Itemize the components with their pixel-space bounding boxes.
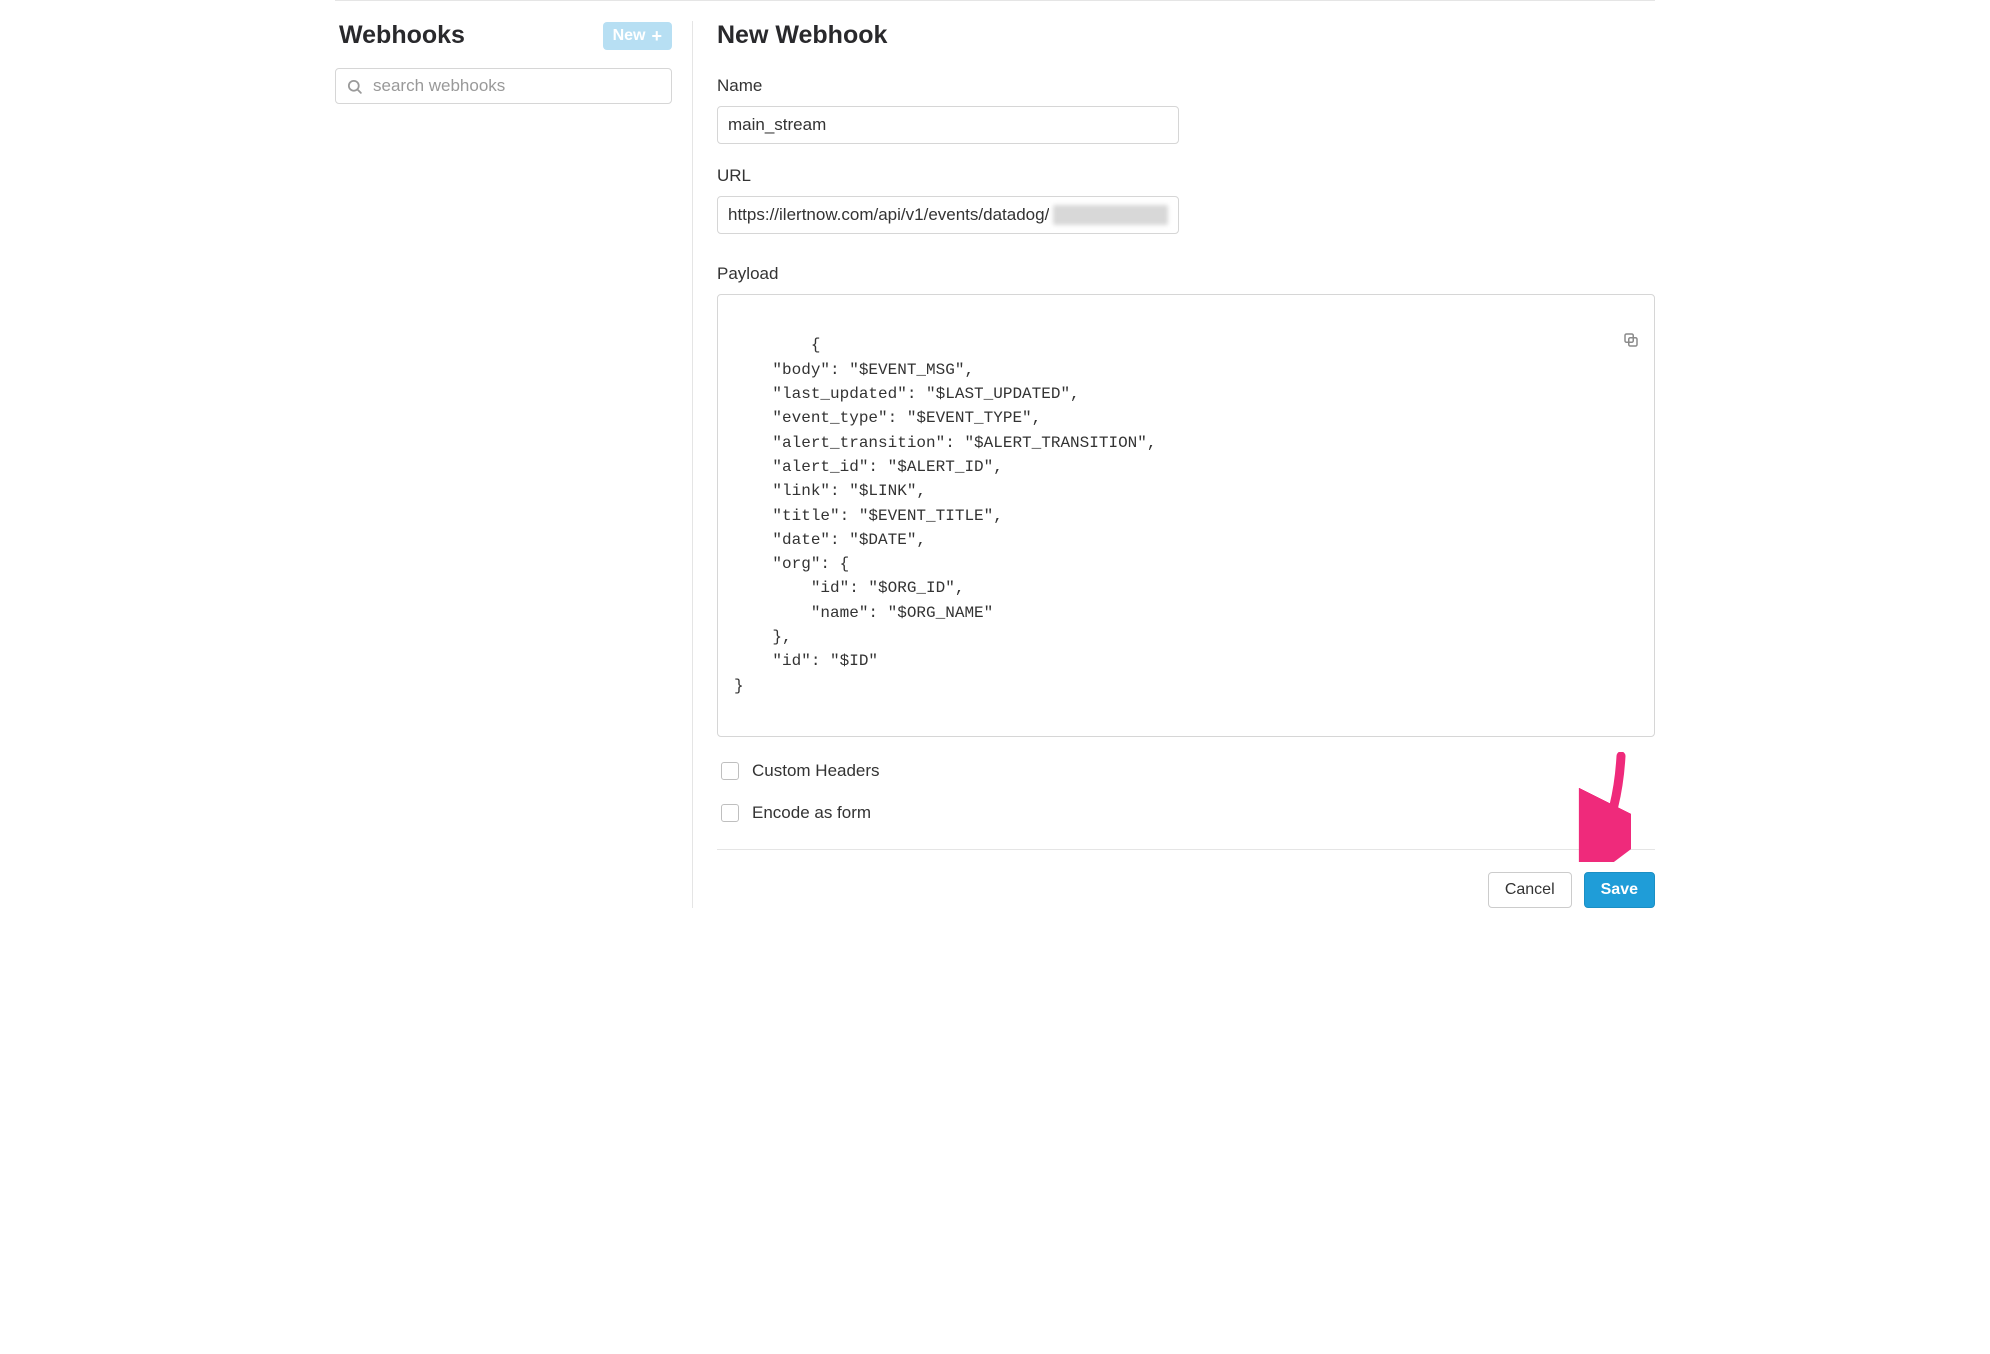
custom-headers-checkbox[interactable] — [721, 762, 739, 780]
custom-headers-row[interactable]: Custom Headers — [717, 759, 1655, 783]
name-input[interactable] — [717, 106, 1179, 144]
payload-editor[interactable]: { "body": "$EVENT_MSG", "last_updated": … — [717, 294, 1655, 737]
copy-icon[interactable] — [1526, 307, 1640, 382]
save-button[interactable]: Save — [1584, 872, 1655, 908]
encode-form-label: Encode as form — [752, 803, 871, 823]
custom-headers-label: Custom Headers — [752, 761, 880, 781]
new-button-label: New — [613, 27, 646, 45]
new-webhook-button[interactable]: New + — [603, 22, 672, 50]
url-input[interactable]: https://ilertnow.com/api/v1/events/datad… — [717, 196, 1179, 234]
payload-text: { "body": "$EVENT_MSG", "last_updated": … — [734, 336, 1156, 694]
url-label: URL — [717, 166, 1655, 186]
cancel-button[interactable]: Cancel — [1488, 872, 1572, 908]
encode-form-row[interactable]: Encode as form — [717, 801, 1655, 825]
url-value: https://ilertnow.com/api/v1/events/datad… — [728, 205, 1049, 225]
search-box[interactable] — [335, 68, 672, 104]
sidebar-title: Webhooks — [339, 21, 465, 50]
name-label: Name — [717, 76, 1655, 96]
encode-form-checkbox[interactable] — [721, 804, 739, 822]
plus-icon: + — [651, 27, 662, 45]
main-panel: New Webhook Name URL https://ilertnow.co… — [693, 21, 1655, 908]
payload-label: Payload — [717, 264, 1655, 284]
form-footer: Cancel Save — [717, 849, 1655, 908]
search-input[interactable] — [371, 75, 661, 97]
search-icon — [346, 78, 363, 95]
url-redacted-segment — [1053, 205, 1168, 225]
sidebar: Webhooks New + — [335, 21, 693, 908]
page-title: New Webhook — [717, 21, 1655, 50]
